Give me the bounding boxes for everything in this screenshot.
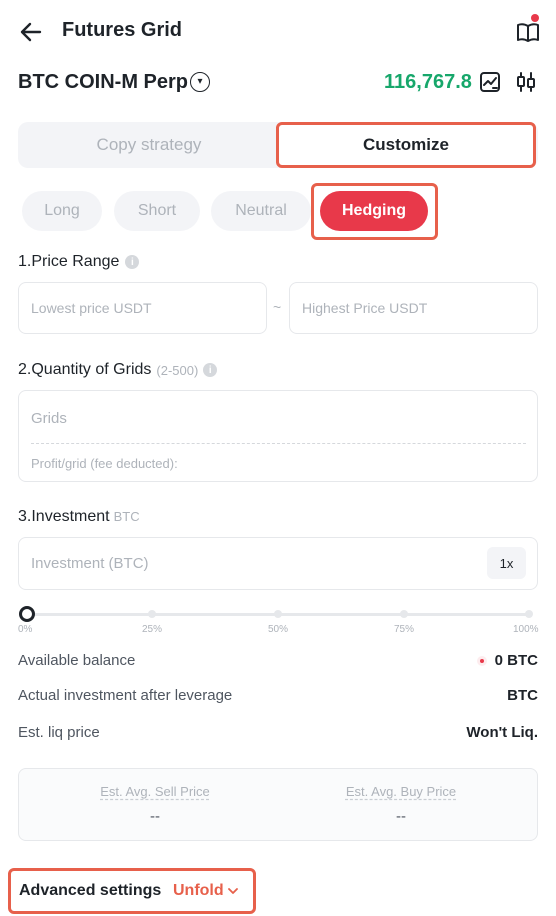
dashed-divider bbox=[31, 443, 526, 444]
page-title: Futures Grid bbox=[62, 19, 183, 41]
chart-icon[interactable] bbox=[478, 70, 502, 94]
advanced-unfold-toggle[interactable]: Unfold bbox=[173, 882, 239, 900]
est-liq-price-value: Won't Liq. bbox=[466, 724, 538, 741]
slider-stop[interactable] bbox=[148, 610, 156, 618]
est-sell-label[interactable]: Est. Avg. Sell Price bbox=[100, 784, 210, 799]
est-liq-price-label: Est. liq price bbox=[18, 724, 100, 741]
leverage-button[interactable]: 1x bbox=[487, 547, 526, 579]
investment-heading: 3.Investment BTC bbox=[18, 508, 140, 526]
slider-tick-label: 25% bbox=[142, 624, 163, 635]
highlight-frame bbox=[311, 183, 438, 240]
grids-range-hint: (2-500) bbox=[156, 362, 199, 378]
investment-input[interactable]: Investment (BTC) bbox=[18, 537, 538, 590]
investment-label: 3.Investment bbox=[18, 508, 110, 525]
slider-thumb[interactable] bbox=[19, 606, 35, 622]
info-icon[interactable]: i bbox=[125, 255, 140, 269]
est-sell-value: -- bbox=[150, 808, 160, 825]
grids-heading: 2.Quantity of Grids (2-500) i bbox=[18, 361, 218, 379]
highest-price-placeholder: Highest Price USDT bbox=[302, 300, 428, 316]
est-buy-label[interactable]: Est. Avg. Buy Price bbox=[346, 784, 456, 799]
profit-per-grid-label: Profit/grid (fee deducted): bbox=[31, 456, 178, 471]
available-balance-value-wrap: 0 BTC bbox=[476, 652, 538, 669]
slider-tick-label: 50% bbox=[268, 624, 289, 635]
available-balance-label: Available balance bbox=[18, 652, 136, 669]
slider-tick-label: 75% bbox=[394, 624, 415, 635]
book-open-icon[interactable] bbox=[514, 18, 542, 46]
tab-customize[interactable]: Customize bbox=[276, 122, 536, 168]
grids-input-box[interactable]: Grids Profit/grid (fee deducted): bbox=[18, 390, 538, 482]
grids-label: 2.Quantity of Grids bbox=[18, 361, 152, 378]
slider-tick-label: 100% bbox=[513, 624, 539, 635]
direction-tab-long[interactable]: Long bbox=[22, 191, 102, 231]
direction-tab-neutral[interactable]: Neutral bbox=[211, 191, 311, 231]
estimates-box bbox=[18, 768, 538, 841]
price-range-label: 1.Price Range bbox=[18, 253, 120, 270]
direction-tab-short[interactable]: Short bbox=[114, 191, 200, 231]
pair-name[interactable]: BTC COIN-M Perp bbox=[18, 71, 188, 94]
slider-stop[interactable] bbox=[525, 610, 533, 618]
unfold-label: Unfold bbox=[173, 882, 224, 899]
add-funds-icon[interactable] bbox=[476, 655, 487, 666]
back-arrow-icon[interactable] bbox=[18, 20, 44, 44]
info-icon[interactable]: i bbox=[203, 363, 218, 377]
slider-stop[interactable] bbox=[400, 610, 408, 618]
actual-investment-value: BTC bbox=[507, 687, 538, 704]
slider-tick-label: 0% bbox=[18, 624, 33, 635]
advanced-settings-label: Advanced settings bbox=[19, 882, 162, 899]
actual-investment-label: Actual investment after leverage bbox=[18, 687, 233, 704]
candlestick-icon[interactable] bbox=[514, 70, 538, 94]
lowest-price-input[interactable]: Lowest price USDT bbox=[18, 282, 267, 334]
available-balance-value: 0 BTC bbox=[494, 652, 538, 669]
price-range-heading: 1.Price Range i bbox=[18, 253, 140, 271]
chevron-down-icon bbox=[227, 888, 238, 894]
slider-stop[interactable] bbox=[274, 610, 282, 618]
caret-down-icon[interactable]: ▾ bbox=[190, 72, 210, 92]
tab-copy-strategy[interactable]: Copy strategy bbox=[18, 122, 280, 168]
range-separator: ~ bbox=[273, 299, 282, 315]
notification-dot bbox=[531, 14, 539, 22]
investment-placeholder: Investment (BTC) bbox=[31, 555, 149, 572]
pair-price: 116,767.8 bbox=[384, 71, 472, 93]
investment-unit: BTC bbox=[113, 509, 140, 524]
est-buy-label-wrap: Est. Avg. Buy Price bbox=[264, 783, 538, 801]
est-buy-value: -- bbox=[396, 808, 406, 825]
est-sell-label-wrap: Est. Avg. Sell Price bbox=[18, 783, 292, 801]
grids-placeholder: Grids bbox=[31, 410, 67, 427]
highest-price-input[interactable]: Highest Price USDT bbox=[289, 282, 538, 334]
lowest-price-placeholder: Lowest price USDT bbox=[31, 300, 152, 316]
